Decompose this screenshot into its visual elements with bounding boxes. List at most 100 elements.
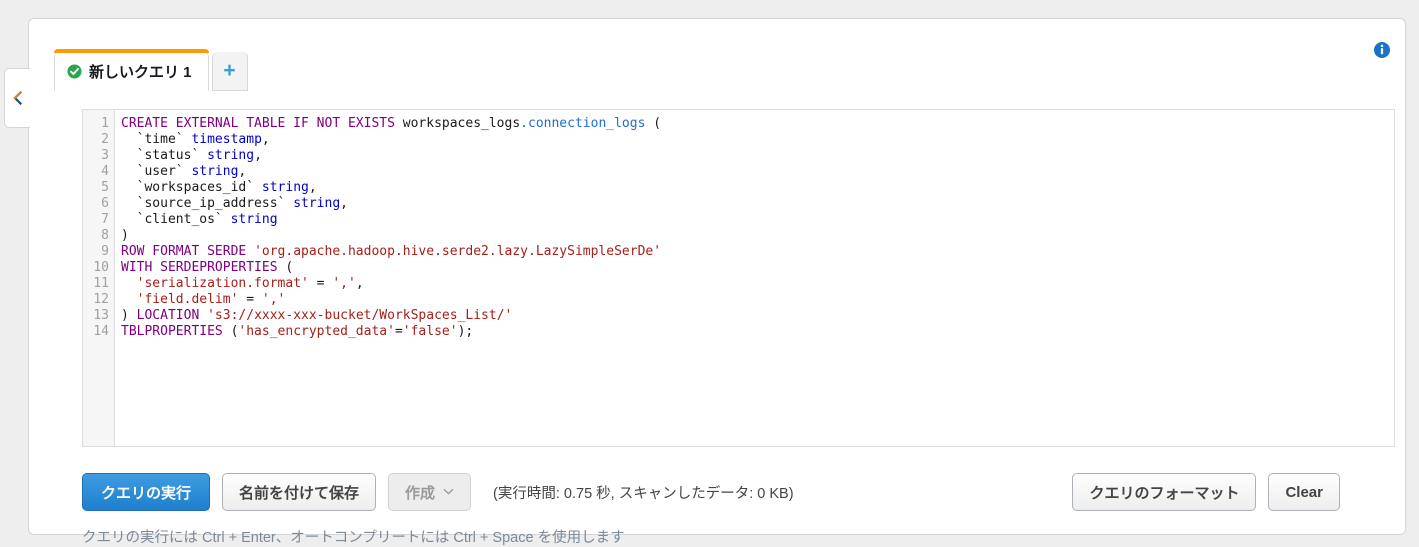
editor-action-bar: クエリの実行 名前を付けて保存 作成 (実行時間: 0.75 秒, スキャンした… [82, 473, 1377, 513]
query-tab-label: 新しいクエリ 1 [89, 63, 192, 81]
code-token: ( [285, 260, 294, 275]
code-token: `status` [121, 148, 208, 163]
run-query-label: クエリの実行 [101, 484, 192, 502]
save-as-button[interactable]: 名前を付けて保存 [222, 473, 377, 511]
editor-line-number: 1 [101, 116, 109, 131]
save-as-label: 名前を付けて保存 [239, 484, 360, 502]
editor-line-number: 3 [101, 148, 109, 163]
code-token: CREATE EXTERNAL TABLE IF NOT EXISTS [121, 116, 403, 131]
editor-code-line: `workspaces_id` string, [121, 180, 1394, 196]
query-editor-panel: 新しいクエリ 1 + 1 2 3 4 5 6 7 8 9 10 11 12 13 14 CREATE EX… [28, 18, 1406, 546]
code-token: 'has_encrypted_data' [238, 324, 395, 339]
code-token: WITH SERDEPROPERTIES [121, 260, 286, 275]
code-token: 'serialization.format' [136, 276, 309, 291]
editor-line-number: 8 [101, 228, 109, 243]
editor-line-number: 10 [93, 260, 109, 275]
editor-code-line: `status` string, [121, 148, 1394, 164]
code-token: .connection_logs [520, 116, 646, 131]
code-token: `source_ip_address` [121, 196, 294, 211]
code-token: , [355, 276, 364, 291]
editor-code-line: WITH SERDEPROPERTIES ( [121, 260, 1394, 276]
code-token: ) [121, 228, 129, 243]
create-dropdown-button[interactable]: 作成 [388, 473, 472, 511]
code-token: , [308, 180, 317, 195]
editor-code-line: `user` string, [121, 164, 1394, 180]
code-token: string [230, 212, 278, 227]
format-query-button[interactable]: クエリのフォーマット [1072, 473, 1257, 511]
sql-editor[interactable]: 1 2 3 4 5 6 7 8 9 10 11 12 13 14 CREATE EXTERNAL TABL… [82, 109, 1395, 447]
chevron-left-icon [12, 91, 23, 105]
athena-query-editor-page: 新しいクエリ 1 + 1 2 3 4 5 6 7 8 9 10 11 12 13 14 CREATE EX… [0, 0, 1419, 546]
code-token: = [308, 276, 333, 291]
editor-line-number: 13 [93, 308, 109, 323]
clear-label: Clear [1285, 483, 1323, 501]
code-token: LOCATION [136, 308, 208, 323]
editor-code-line: TBLPROPERTIES ('has_encrypted_data'='fal… [121, 324, 1394, 340]
code-token: `time` [121, 132, 192, 147]
editor-code-line: `time` timestamp, [121, 132, 1394, 148]
code-token: 'field.delim' [136, 292, 239, 307]
code-token: ',' [261, 292, 286, 307]
plus-icon: + [223, 58, 236, 82]
code-token: string [261, 180, 309, 195]
code-token: ) [121, 308, 137, 323]
keyboard-shortcut-hint: クエリの実行には Ctrl + Enter、オートコンプリートには Ctrl +… [82, 530, 625, 546]
code-token: `client_os` [121, 212, 231, 227]
create-label: 作成 [405, 484, 436, 502]
code-token: `workspaces_id` [121, 180, 262, 195]
editor-code-line: ROW FORMAT SERDE 'org.apache.hadoop.hive… [121, 244, 1394, 260]
editor-code-line: 'serialization.format' = ',', [121, 276, 1394, 292]
code-token: , [238, 164, 247, 179]
editor-line-number: 14 [93, 324, 109, 339]
format-query-label: クエリのフォーマット [1089, 484, 1240, 502]
editor-line-number: 5 [101, 180, 109, 195]
chevron-down-icon [443, 486, 454, 498]
editor-line-number: 12 [93, 292, 109, 307]
info-circle-icon[interactable] [1373, 41, 1391, 59]
code-token: ',' [332, 276, 356, 291]
code-token: TBLPROPERTIES [121, 324, 231, 339]
code-token: string [191, 164, 239, 179]
code-token: , [340, 196, 348, 211]
code-token: workspaces_logs [402, 116, 521, 131]
editor-line-number: 9 [101, 244, 109, 259]
sidebar-collapse-handle[interactable] [4, 68, 30, 128]
editor-line-number: 7 [101, 212, 109, 227]
code-token: ); [457, 324, 474, 339]
editor-code-line: ) LOCATION 's3://xxxx-xxx-bucket/WorkSpa… [121, 308, 1394, 324]
code-token: , [261, 132, 270, 147]
execution-stats: (実行時間: 0.75 秒, スキャンしたデータ: 0 KB) [493, 485, 794, 502]
code-token: , [254, 148, 262, 163]
code-token: string [293, 196, 341, 211]
editor-code-line: `source_ip_address` string, [121, 196, 1394, 212]
add-query-tab-button[interactable]: + [211, 52, 248, 91]
editor-action-bar-right: クエリのフォーマット Clear [1072, 473, 1340, 511]
editor-action-bar-left: クエリの実行 名前を付けて保存 作成 (実行時間: 0.75 秒, スキャンした… [82, 473, 794, 511]
code-token: = [238, 292, 262, 307]
editor-code-area[interactable]: CREATE EXTERNAL TABLE IF NOT EXISTS work… [115, 110, 1394, 446]
code-token: 'org.apache.hadoop.hive.serde2.lazy.Lazy… [254, 244, 662, 259]
check-circle-icon [67, 63, 82, 79]
code-token: ROW FORMAT SERDE [121, 244, 255, 259]
editor-line-number: 4 [101, 164, 109, 179]
editor-line-number: 2 [101, 132, 109, 147]
editor-code-line: ) [121, 228, 1394, 244]
code-token: 's3://xxxx-xxx-bucket/WorkSpaces_List/' [207, 308, 513, 323]
query-tab-bar: 新しいクエリ 1 + [54, 49, 248, 91]
code-token: string [207, 148, 255, 163]
code-token: = [394, 324, 403, 339]
query-tab-1[interactable]: 新しいクエリ 1 [54, 49, 209, 91]
editor-line-number-gutter: 1 2 3 4 5 6 7 8 9 10 11 12 13 14 [83, 110, 115, 446]
editor-line-number: 6 [101, 196, 109, 211]
editor-line-number: 11 [93, 276, 109, 291]
clear-button[interactable]: Clear [1268, 473, 1340, 511]
code-token: `user` [121, 164, 192, 179]
editor-code-line: CREATE EXTERNAL TABLE IF NOT EXISTS work… [121, 116, 1394, 132]
run-query-button[interactable]: クエリの実行 [82, 473, 211, 511]
code-token: ( [645, 116, 662, 131]
editor-code-line: `client_os` string [121, 212, 1394, 228]
code-token: timestamp [191, 132, 262, 147]
code-token: 'false' [402, 324, 458, 339]
